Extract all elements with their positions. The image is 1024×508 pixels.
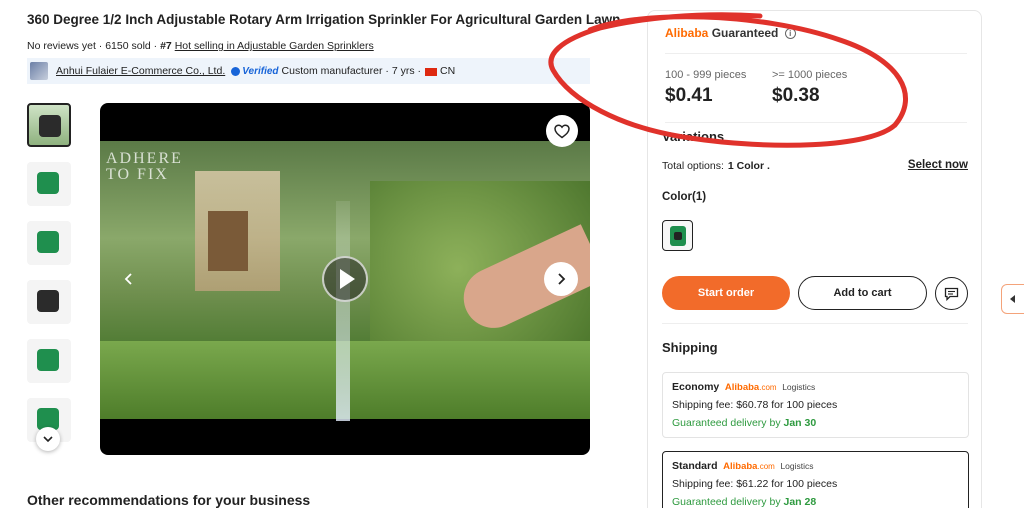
supplier-bar: Anhui Fulaier E-Commerce Co., Ltd. Verif… — [27, 58, 590, 84]
shipping-method-row: Economy Alibaba.com Logistics — [672, 381, 959, 393]
shipping-brand: Alibaba — [723, 461, 758, 472]
tier-price: $0.38 — [772, 85, 820, 106]
supplier-name-link[interactable]: Anhui Fulaier E-Commerce Co., Ltd. — [56, 65, 225, 77]
thumbnail-image — [39, 115, 61, 137]
shipping-method-row: Standard Alibaba.com Logistics — [672, 460, 959, 472]
chevron-right-icon — [558, 273, 566, 285]
china-flag-icon — [425, 68, 437, 76]
shipping-brand: Alibaba — [724, 382, 760, 393]
recommendations-heading: Other recommendations for your business — [27, 492, 311, 508]
total-options-label: Total options: — [662, 160, 724, 172]
play-icon — [339, 269, 355, 289]
guarantee-date: Jan 30 — [783, 417, 817, 429]
add-to-cart-button[interactable]: Add to cart — [798, 276, 927, 310]
video-watermark: ADHERE TO FIX — [106, 151, 183, 183]
chat-icon — [944, 287, 959, 301]
total-options: Total options: 1 Color . — [662, 160, 770, 172]
alibaba-guaranteed-header: Alibaba Guaranteed i — [665, 26, 796, 40]
shipping-brand-suffix: .com — [757, 462, 775, 471]
video-scene-spray — [336, 201, 350, 421]
shipping-logistics: Logistics — [782, 382, 816, 392]
variations-heading: Variations — [662, 129, 725, 144]
delivery-guarantee: Guaranteed delivery by Jan 28 — [672, 496, 959, 508]
hot-selling-link[interactable]: Hot selling in Adjustable Garden Sprinkl… — [175, 40, 374, 52]
supplier-country: CN — [440, 65, 456, 77]
shipping-fee: Shipping fee: $61.22 for 100 pieces — [672, 478, 838, 490]
color-swatch[interactable] — [662, 220, 693, 251]
guarantee-prefix: Guaranteed delivery by — [672, 496, 781, 508]
total-options-value: 1 Color . — [727, 160, 770, 172]
tier-quantity: 100 - 999 pieces — [665, 69, 747, 81]
purchase-panel: Alibaba Guaranteed i 100 - 999 pieces $0… — [647, 10, 982, 508]
shipping-option[interactable]: Standard Alibaba.com Logistics Shipping … — [662, 451, 969, 508]
start-order-button[interactable]: Start order — [662, 276, 790, 310]
sold-count: 6150 sold — [105, 40, 151, 52]
product-title: 360 Degree 1/2 Inch Adjustable Rotary Ar… — [27, 12, 621, 27]
thumbnail-list — [27, 103, 72, 457]
thumbnail-image — [37, 290, 59, 312]
thumbnail-item[interactable] — [27, 339, 71, 383]
verified-badge: Verified — [231, 65, 279, 77]
swatch-image — [669, 225, 686, 246]
guarantee-prefix: Guaranteed delivery by — [672, 417, 781, 429]
divider — [665, 122, 967, 123]
shipping-brand-suffix: .com — [759, 383, 777, 392]
thumbnail-item[interactable] — [27, 162, 71, 206]
tier-price: $0.41 — [665, 85, 713, 106]
chevron-left-icon — [124, 273, 132, 285]
select-now-link[interactable]: Select now — [908, 159, 968, 171]
guarantee-date: Jan 28 — [783, 496, 817, 508]
price-tier: >= 1000 pieces $0.38 — [772, 69, 847, 107]
info-icon[interactable]: i — [784, 28, 796, 39]
play-button[interactable] — [322, 256, 368, 302]
shipping-method: Economy — [672, 381, 720, 393]
thumbnail-image — [37, 231, 59, 253]
video-scene-door — [208, 211, 248, 271]
favorite-button[interactable] — [546, 115, 578, 147]
guaranteed-text: Guaranteed — [711, 26, 779, 40]
caret-left-icon — [1010, 295, 1015, 303]
guaranteed-brand: Alibaba — [665, 26, 709, 40]
thumbnail-item[interactable] — [27, 103, 71, 147]
shipping-logistics: Logistics — [780, 461, 814, 471]
thumbnail-item[interactable] — [27, 280, 71, 324]
heart-icon — [554, 123, 570, 138]
chat-button[interactable] — [935, 277, 968, 310]
product-video[interactable]: ADHERE TO FIX — [100, 103, 590, 455]
verified-icon — [231, 66, 241, 76]
color-label: Color(1) — [662, 191, 707, 203]
product-meta: No reviews yet · 6150 sold · #7 Hot sell… — [27, 40, 374, 52]
divider — [665, 53, 967, 54]
verified-label: Verified — [242, 65, 279, 77]
supplier-details: Custom manufacturer · 7 yrs · — [281, 65, 421, 77]
shipping-method: Standard — [672, 460, 718, 472]
thumbnail-item[interactable] — [27, 221, 71, 265]
side-panel-toggle[interactable] — [1001, 284, 1024, 314]
thumbnail-image — [37, 172, 59, 194]
watermark-line: TO FIX — [106, 166, 169, 183]
shipping-fee: Shipping fee: $60.78 for 100 pieces — [672, 399, 838, 411]
shipping-heading: Shipping — [662, 340, 718, 355]
rank-number: #7 — [160, 40, 172, 52]
delivery-guarantee: Guaranteed delivery by Jan 30 — [672, 417, 959, 429]
divider — [662, 323, 968, 324]
supplier-logo — [30, 62, 48, 80]
shipping-option[interactable]: Economy Alibaba.com Logistics Shipping f… — [662, 372, 969, 438]
watermark-line: ADHERE — [106, 150, 183, 167]
chevron-down-icon[interactable] — [36, 427, 60, 451]
thumbnail-image — [37, 349, 59, 371]
reviews-text: No reviews yet — [27, 40, 96, 52]
price-tier: 100 - 999 pieces $0.41 — [665, 69, 746, 107]
tier-quantity: >= 1000 pieces — [772, 69, 848, 81]
gallery-next-button[interactable] — [544, 262, 578, 296]
gallery-prev-button[interactable] — [116, 264, 142, 294]
